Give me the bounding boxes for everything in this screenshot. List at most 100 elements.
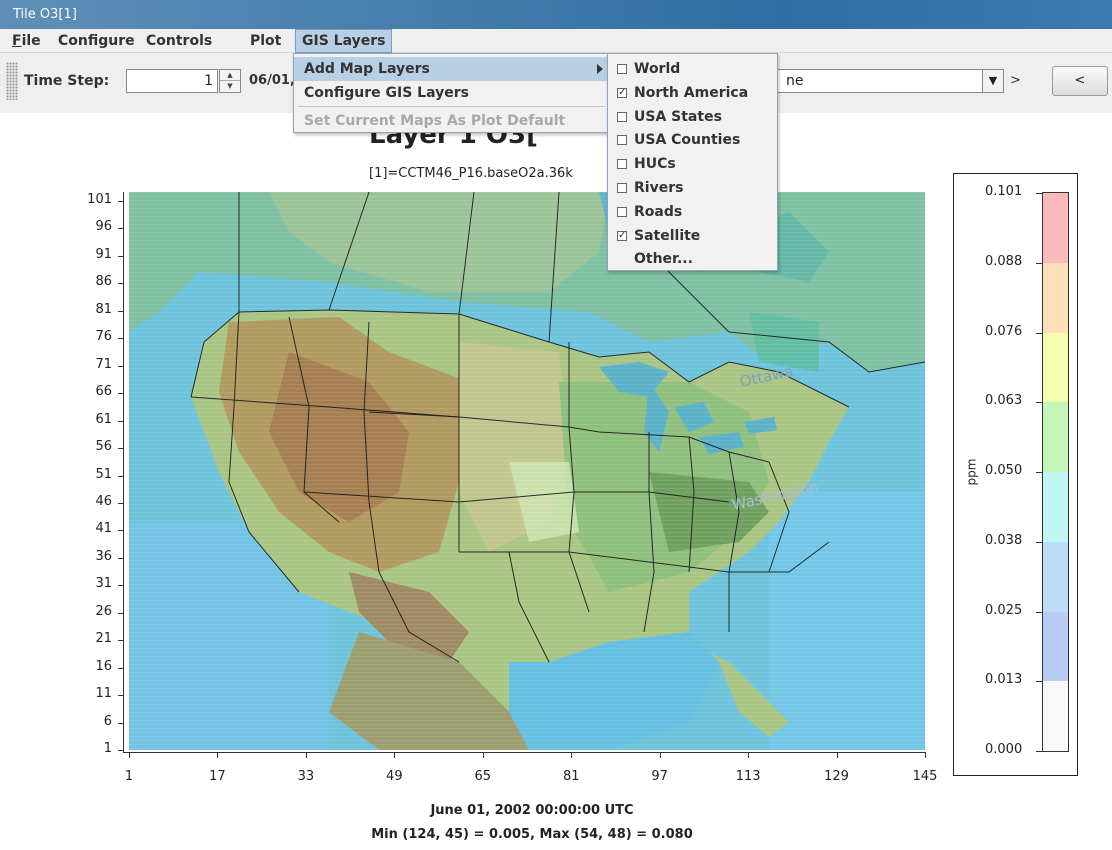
y-tick-label: 76	[95, 329, 112, 345]
animation-combo[interactable]: ne	[760, 69, 1004, 93]
y-tick-mark	[118, 502, 123, 504]
time-step-input[interactable]: 1	[126, 69, 218, 93]
y-tick-label: 11	[95, 686, 112, 702]
checkbox-unchecked-icon[interactable]	[617, 135, 627, 146]
y-tick-mark	[118, 530, 123, 532]
toolbar-grip[interactable]	[6, 62, 18, 100]
layer-item-world[interactable]: World	[608, 57, 777, 80]
spinner-down-icon[interactable]: ▼	[220, 81, 240, 92]
y-tick-label: 26	[95, 603, 112, 619]
window-title: Tile O3[1]	[13, 7, 77, 22]
spinner-up-icon[interactable]: ▲	[220, 70, 240, 81]
y-tick-label: 56	[95, 439, 112, 455]
layer-item-label: North America	[634, 84, 749, 101]
menu-configure[interactable]: Configure	[52, 29, 141, 53]
y-tick-mark	[118, 557, 123, 559]
x-tick-label: 145	[912, 769, 938, 784]
checkbox-unchecked-icon[interactable]	[617, 111, 627, 122]
menu-item-add-map-layers[interactable]: Add Map Layers	[294, 57, 609, 81]
colorbar-segment	[1043, 193, 1068, 263]
y-tick-mark	[118, 585, 123, 587]
layer-item-label: USA Counties	[634, 132, 741, 149]
tile-plot-map[interactable]: Ottawa Washington	[129, 192, 925, 750]
menu-controls[interactable]: Controls	[140, 29, 218, 53]
colorbar-tick-mark	[1036, 193, 1042, 194]
time-step-label: Time Step:	[24, 73, 110, 89]
layer-item-other[interactable]: Other...	[608, 247, 777, 270]
x-tick-mark	[659, 753, 661, 758]
colorbar-tick-label: 0.063	[985, 393, 1023, 409]
x-tick-mark	[925, 753, 926, 758]
layer-item-label: Roads	[634, 203, 683, 220]
submenu-arrow-icon	[597, 64, 603, 74]
y-tick-label: 36	[95, 548, 112, 564]
colorbar-tick-label: 0.025	[985, 602, 1023, 618]
y-tick-label: 51	[95, 466, 112, 482]
y-tick-label: 101	[87, 192, 112, 207]
menu-file[interactable]: File	[6, 29, 47, 53]
x-tick-label: 113	[735, 769, 761, 784]
colorbar-tick-label: 0.101	[985, 184, 1023, 199]
y-tick-mark	[118, 365, 123, 367]
x-tick-mark	[571, 753, 573, 758]
colorbar-tick-label: 0.088	[985, 253, 1023, 269]
menu-item-add-map-layers-label: Add Map Layers	[304, 61, 430, 77]
menu-item-configure-gis-layers[interactable]: Configure GIS Layers	[294, 81, 609, 105]
menu-bar: File Configure Controls Plot GIS Layers	[0, 29, 1112, 53]
y-tick-mark	[118, 695, 123, 697]
checkbox-unchecked-icon[interactable]	[617, 64, 627, 74]
checkbox-checked-icon[interactable]: ✓	[617, 230, 627, 241]
checkbox-unchecked-icon[interactable]	[617, 183, 627, 193]
layer-item-label: Other...	[634, 251, 693, 268]
layer-item-roads[interactable]: Roads	[608, 200, 777, 223]
plot-minmax-footer: Min (124, 45) = 0.005, Max (54, 48) = 0.…	[0, 827, 1112, 842]
colorbar-tick-label: 0.038	[985, 532, 1023, 548]
layer-item-rivers[interactable]: Rivers	[608, 176, 777, 199]
menu-plot[interactable]: Plot	[244, 29, 287, 53]
time-step-spinner[interactable]: ▲ ▼	[219, 69, 241, 93]
x-tick-mark	[748, 753, 750, 758]
x-tick-mark	[836, 753, 838, 758]
colorbar-tick-label: 0.000	[985, 742, 1023, 757]
layer-item-usa-states[interactable]: USA States	[608, 105, 777, 128]
layer-item-label: Rivers	[634, 180, 684, 196]
menu-gis-layers[interactable]: GIS Layers	[295, 29, 393, 53]
y-tick-mark	[118, 201, 123, 202]
menu-separator	[298, 106, 605, 107]
y-tick-label: 71	[95, 356, 112, 372]
y-tick-label: 16	[95, 658, 112, 674]
y-tick-mark	[118, 612, 123, 614]
y-tick-mark	[118, 255, 123, 257]
layer-item-label: World	[634, 61, 681, 77]
colorbar-tick-mark	[1036, 681, 1042, 683]
colorbar-tick-label: 0.076	[985, 323, 1023, 339]
x-tick-label: 33	[297, 769, 315, 784]
y-tick-label: 91	[95, 246, 112, 262]
colorbar-segment	[1043, 681, 1068, 751]
y-tick-mark	[118, 448, 123, 450]
layer-item-hucs[interactable]: HUCs	[608, 152, 777, 175]
colorbar-segment	[1043, 262, 1068, 333]
plot-date-text: June 01, 2002 00:00:00 UTC	[430, 803, 634, 818]
y-tick-label: 81	[95, 301, 112, 317]
colorbar-tick-mark	[1036, 541, 1042, 543]
x-tick-label: 1	[124, 769, 134, 784]
checkbox-unchecked-icon[interactable]	[617, 159, 627, 170]
combo-dropdown-icon[interactable]: ▼	[982, 70, 1003, 92]
y-axis-line	[123, 192, 124, 752]
y-tick-label: 61	[95, 411, 112, 427]
x-tick-mark	[217, 753, 219, 758]
colorbar-tick-mark	[1036, 402, 1042, 404]
y-tick-label: 46	[95, 493, 112, 509]
layer-item-label: Satellite	[634, 227, 701, 244]
layer-item-north-america[interactable]: ✓ North America	[608, 81, 777, 104]
x-tick-mark	[305, 753, 307, 758]
layer-item-usa-counties[interactable]: USA Counties	[608, 128, 777, 151]
plot-date-footer: June 01, 2002 00:00:00 UTC	[0, 803, 1112, 818]
layer-item-satellite[interactable]: ✓ Satellite	[608, 224, 777, 247]
previous-button[interactable]: <	[1052, 66, 1108, 96]
checkbox-checked-icon[interactable]: ✓	[617, 87, 627, 98]
checkbox-unchecked-icon[interactable]	[617, 206, 627, 217]
x-tick-label: 65	[474, 769, 492, 784]
y-tick-label: 41	[95, 521, 112, 537]
